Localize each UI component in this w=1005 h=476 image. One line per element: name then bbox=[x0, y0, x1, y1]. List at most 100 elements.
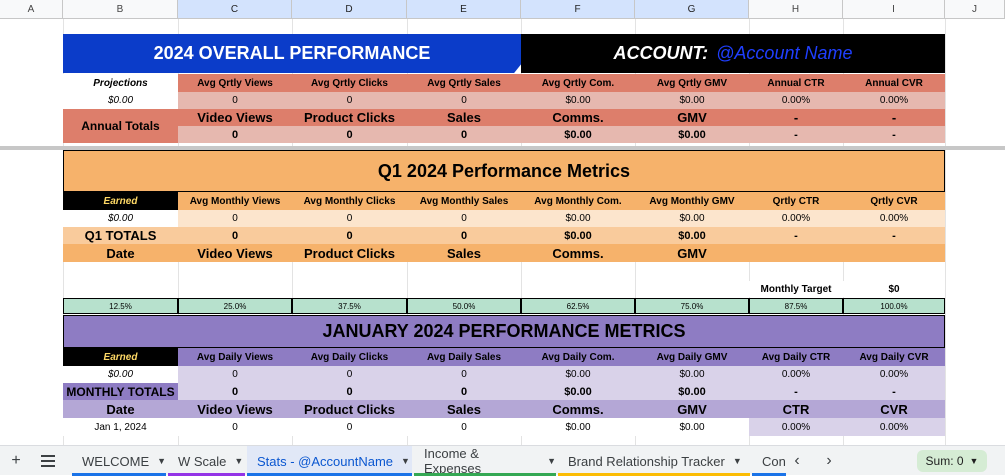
monthly-target-label[interactable]: Monthly Target bbox=[749, 281, 843, 297]
percent-cell[interactable]: 25.0% bbox=[178, 298, 292, 314]
column-header-g[interactable]: G bbox=[635, 0, 749, 19]
monthly-target-value[interactable]: $0 bbox=[843, 281, 945, 297]
header-cell[interactable]: Avg Daily Clicks bbox=[292, 348, 407, 366]
header-cell[interactable]: Annual CTR bbox=[749, 74, 843, 92]
day-cell[interactable]: 0 bbox=[178, 418, 292, 436]
value-cell[interactable]: 0 bbox=[407, 366, 521, 383]
all-sheets-menu-icon[interactable] bbox=[34, 446, 62, 476]
total-cell[interactable]: 0 bbox=[178, 227, 292, 244]
total-header-cell[interactable]: - bbox=[843, 109, 945, 126]
date-header-cell[interactable]: Sales bbox=[407, 400, 521, 418]
value-cell[interactable]: 0.00% bbox=[843, 92, 945, 109]
value-cell[interactable]: $0.00 bbox=[635, 366, 749, 383]
total-cell[interactable]: $0.00 bbox=[635, 227, 749, 244]
value-cell[interactable]: $0.00 bbox=[63, 92, 178, 109]
date-header-cell[interactable]: Sales bbox=[407, 244, 521, 262]
q1-title[interactable]: Q1 2024 Performance Metrics bbox=[63, 150, 945, 192]
header-cell[interactable]: Projections bbox=[63, 74, 178, 92]
percent-cell[interactable]: 100.0% bbox=[843, 298, 945, 314]
percent-cell[interactable]: 62.5% bbox=[521, 298, 635, 314]
percent-cell[interactable]: 12.5% bbox=[63, 298, 178, 314]
account-banner[interactable]: ACCOUNT: @Account Name bbox=[521, 34, 945, 73]
day-cell[interactable]: 0.00% bbox=[843, 418, 945, 436]
date-header-cell[interactable]: Video Views bbox=[178, 400, 292, 418]
value-cell[interactable]: $0.00 bbox=[635, 210, 749, 227]
january-title[interactable]: JANUARY 2024 PERFORMANCE METRICS bbox=[63, 315, 945, 348]
percent-cell[interactable]: 50.0% bbox=[407, 298, 521, 314]
value-cell[interactable]: 0 bbox=[292, 92, 407, 109]
total-value-cell[interactable]: - bbox=[843, 126, 945, 143]
total-header-cell[interactable]: Product Clicks bbox=[292, 109, 407, 126]
sheet-tab[interactable]: Brand Relationship Tracker ▼ bbox=[558, 446, 750, 476]
total-header-cell[interactable]: Video Views bbox=[178, 109, 292, 126]
date-header-cell[interactable]: Date bbox=[63, 244, 178, 262]
value-cell[interactable]: $0.00 bbox=[521, 210, 635, 227]
day-cell[interactable]: 0.00% bbox=[749, 418, 843, 436]
header-cell[interactable]: Avg Daily CVR bbox=[843, 348, 945, 366]
day-cell[interactable]: 0 bbox=[292, 418, 407, 436]
column-header-b[interactable]: B bbox=[63, 0, 178, 19]
total-cell[interactable]: MONTHLY TOTALS bbox=[63, 383, 178, 400]
value-cell[interactable]: 0.00% bbox=[749, 92, 843, 109]
annual-totals-label[interactable]: Annual Totals bbox=[63, 109, 178, 143]
header-cell[interactable]: Earned bbox=[63, 348, 178, 366]
date-header-cell[interactable]: Date bbox=[63, 400, 178, 418]
total-cell[interactable]: $0.00 bbox=[521, 227, 635, 244]
date-header-cell[interactable]: Video Views bbox=[178, 244, 292, 262]
chevron-down-icon[interactable]: ▼ bbox=[733, 456, 742, 466]
total-cell[interactable]: - bbox=[843, 383, 945, 400]
column-header-c[interactable]: C bbox=[178, 0, 292, 19]
value-cell[interactable]: 0.00% bbox=[749, 366, 843, 383]
total-cell[interactable]: 0 bbox=[407, 383, 521, 400]
total-value-cell[interactable]: $0.00 bbox=[635, 126, 749, 143]
header-cell[interactable]: Avg Qrtly GMV bbox=[635, 74, 749, 92]
header-cell[interactable]: Annual CVR bbox=[843, 74, 945, 92]
date-header-cell[interactable]: GMV bbox=[635, 244, 749, 262]
total-header-cell[interactable]: GMV bbox=[635, 109, 749, 126]
value-cell[interactable]: $0.00 bbox=[63, 210, 178, 227]
header-cell[interactable]: Avg Monthly Sales bbox=[407, 192, 521, 210]
value-cell[interactable]: $0.00 bbox=[521, 92, 635, 109]
column-header-d[interactable]: D bbox=[292, 0, 407, 19]
day-cell[interactable]: $0.00 bbox=[521, 418, 635, 436]
chevron-down-icon[interactable]: ▼ bbox=[547, 456, 556, 466]
column-header-j[interactable]: J bbox=[945, 0, 1005, 19]
value-cell[interactable]: $0.00 bbox=[635, 92, 749, 109]
total-cell[interactable]: - bbox=[749, 383, 843, 400]
total-cell[interactable]: - bbox=[749, 227, 843, 244]
value-cell[interactable]: $0.00 bbox=[63, 366, 178, 383]
header-cell[interactable]: Avg Monthly Clicks bbox=[292, 192, 407, 210]
sheet-tab[interactable]: Con bbox=[752, 446, 786, 476]
date-header-cell[interactable]: GMV bbox=[635, 400, 749, 418]
sheet-tab[interactable]: W Scale ▼ bbox=[168, 446, 245, 476]
sheet-tab[interactable]: Income & Expenses ▼ bbox=[414, 446, 556, 476]
total-value-cell[interactable]: 0 bbox=[407, 126, 521, 143]
date-header-cell[interactable] bbox=[843, 244, 945, 262]
total-value-cell[interactable]: - bbox=[749, 126, 843, 143]
header-cell[interactable]: Avg Daily Com. bbox=[521, 348, 635, 366]
sheet-tab[interactable]: WELCOME ▼ bbox=[72, 446, 166, 476]
header-cell[interactable]: Avg Qrtly Clicks bbox=[292, 74, 407, 92]
value-cell[interactable]: 0 bbox=[178, 210, 292, 227]
header-cell[interactable]: Earned bbox=[63, 192, 178, 210]
total-header-cell[interactable]: Comms. bbox=[521, 109, 635, 126]
total-cell[interactable]: $0.00 bbox=[521, 383, 635, 400]
total-cell[interactable]: 0 bbox=[178, 383, 292, 400]
date-header-cell[interactable] bbox=[749, 244, 843, 262]
value-cell[interactable]: $0.00 bbox=[521, 366, 635, 383]
date-header-cell[interactable]: Product Clicks bbox=[292, 400, 407, 418]
header-cell[interactable]: Avg Qrtly Views bbox=[178, 74, 292, 92]
date-header-cell[interactable]: CTR bbox=[749, 400, 843, 418]
add-sheet-icon[interactable]: + bbox=[4, 446, 28, 476]
total-header-cell[interactable]: Sales bbox=[407, 109, 521, 126]
value-cell[interactable]: 0 bbox=[292, 210, 407, 227]
spreadsheet-grid[interactable]: A B C D E F G H I J 2024 OVERALL PERFORMANCE ACCOU… bbox=[0, 0, 1005, 445]
day-cell[interactable]: Jan 1, 2024 bbox=[63, 418, 178, 436]
scroll-tabs-left-icon[interactable]: ‹ bbox=[786, 446, 808, 476]
total-cell[interactable]: Q1 TOTALS bbox=[63, 227, 178, 244]
chevron-down-icon[interactable]: ▼ bbox=[234, 456, 243, 466]
date-header-cell[interactable]: CVR bbox=[843, 400, 945, 418]
header-cell[interactable]: Avg Monthly Views bbox=[178, 192, 292, 210]
day-cell[interactable]: $0.00 bbox=[635, 418, 749, 436]
header-cell[interactable]: Avg Daily GMV bbox=[635, 348, 749, 366]
